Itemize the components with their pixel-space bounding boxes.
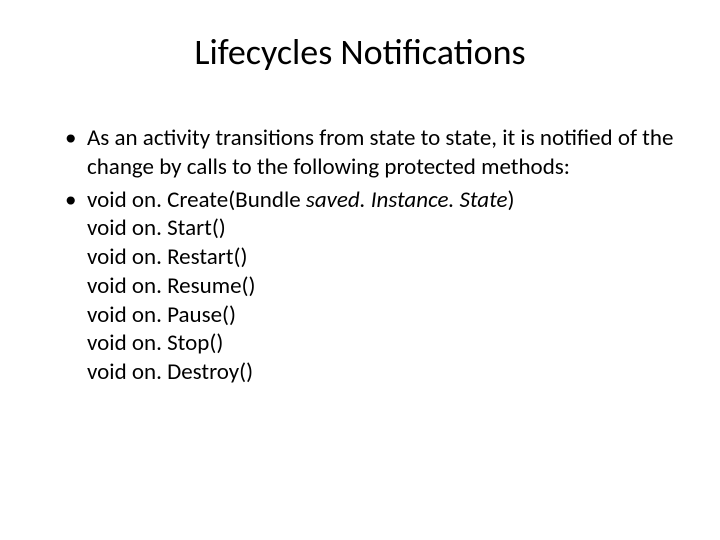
bullet-item-1: As an activity transitions from state to… [65, 124, 680, 182]
subline-4: void on. Pause() [87, 301, 680, 330]
bullet-suffix-2: ) [508, 186, 515, 214]
subline-5: void on. Stop() [87, 329, 680, 358]
subline-2: void on. Restart() [87, 243, 680, 272]
sublines: void on. Start() void on. Restart() void… [87, 214, 680, 387]
subline-6: void on. Destroy() [87, 358, 680, 387]
subline-3: void on. Resume() [87, 272, 680, 301]
bullet-prefix-2: void on. Create(Bundle [87, 186, 306, 214]
bullet-text-1: As an activity transitions from state to… [87, 124, 673, 181]
slide-title: Lifecycles Notifications [40, 30, 680, 74]
bullet-italic-2: saved. Instance. State [306, 186, 508, 214]
bullet-list: As an activity transitions from state to… [40, 124, 680, 387]
bullet-item-2: void on. Create(Bundle saved. Instance. … [65, 186, 680, 387]
subline-1: void on. Start() [87, 214, 680, 243]
